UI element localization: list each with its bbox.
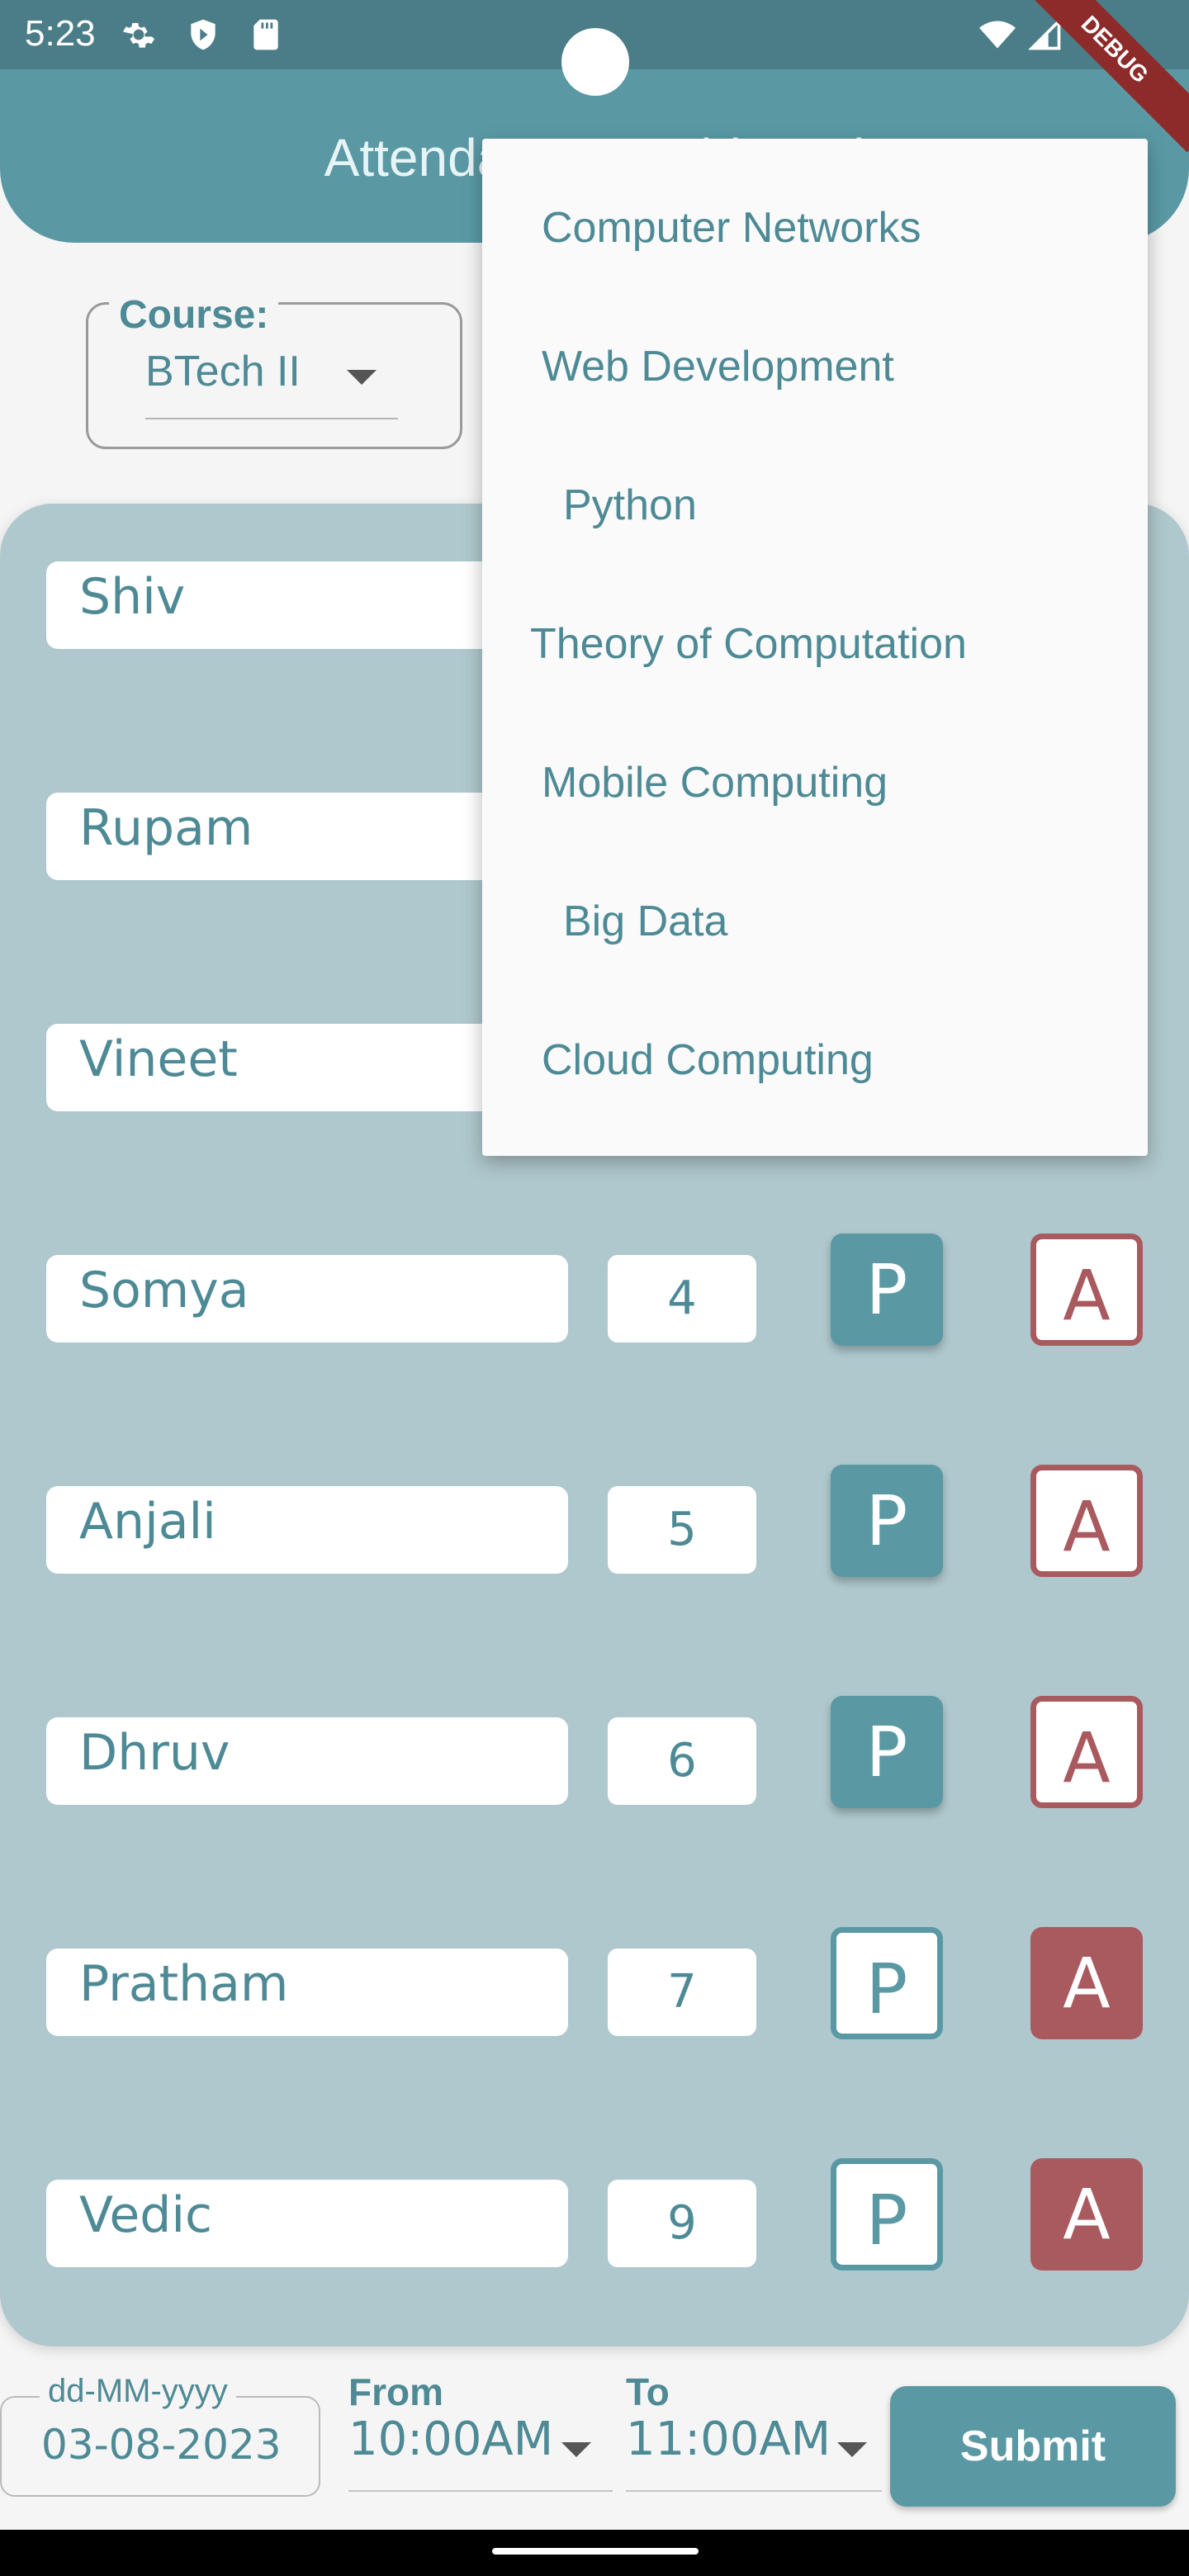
absent-button[interactable]: A [1030, 2158, 1143, 2271]
roll-number: 7 [608, 1949, 756, 2036]
student-name: Rupam [79, 799, 253, 857]
roll-number: 9 [608, 2180, 756, 2267]
from-time-value[interactable]: 10:00AM [348, 2413, 553, 2466]
from-label: From [348, 2370, 443, 2413]
student-row: Vedic 9 P A [0, 2158, 1189, 2295]
menu-item-subject[interactable]: Big Data [563, 897, 727, 946]
absent-button[interactable]: A [1030, 1465, 1143, 1577]
student-name-field: Anjali [46, 1486, 568, 1574]
menu-item-subject[interactable]: Cloud Computing [542, 1035, 874, 1085]
course-value[interactable]: BTech II [145, 347, 301, 396]
present-button[interactable]: P [831, 1696, 943, 1808]
menu-item-subject[interactable]: Computer Networks [542, 203, 921, 253]
student-name: Vineet [79, 1030, 238, 1088]
from-underline [348, 2490, 613, 2492]
menu-item-subject[interactable]: Python [563, 481, 697, 530]
roll-number: 4 [608, 1255, 756, 1342]
to-time-value[interactable]: 11:00AM [626, 2413, 831, 2466]
student-row: Anjali 5 P A [0, 1465, 1189, 1602]
system-nav-bar [0, 2530, 1189, 2576]
chevron-down-icon[interactable] [837, 2442, 867, 2457]
absent-button[interactable]: A [1030, 1234, 1143, 1346]
home-gesture-handle[interactable] [492, 2548, 699, 2555]
student-row: Somya 4 P A [0, 1234, 1189, 1371]
student-name: Pratham [79, 1955, 289, 2013]
present-button[interactable]: P [831, 2158, 943, 2271]
present-button[interactable]: P [831, 1927, 943, 2039]
submit-button[interactable]: Submit [890, 2386, 1176, 2507]
student-name: Anjali [79, 1493, 216, 1551]
student-row: Pratham 7 P A [0, 1927, 1189, 2064]
student-name-field: Pratham [46, 1949, 568, 2036]
roll-number: 6 [608, 1717, 756, 1805]
student-name: Somya [79, 1262, 249, 1319]
menu-item-subject[interactable]: Web Development [542, 342, 894, 391]
to-underline [626, 2490, 882, 2492]
date-label: dd-MM-yyyy [40, 2373, 236, 2410]
status-time: 5:23 [25, 13, 96, 54]
absent-button[interactable]: A [1030, 1927, 1143, 2039]
date-value[interactable]: 03-08-2023 [41, 2421, 282, 2469]
student-name: Dhruv [79, 1724, 230, 1782]
to-label: To [626, 2370, 670, 2413]
roll-number: 5 [608, 1486, 756, 1574]
wifi-icon [979, 21, 1016, 49]
chevron-down-icon[interactable] [561, 2442, 591, 2457]
menu-item-subject[interactable]: Mobile Computing [542, 758, 888, 807]
sd-card-icon [253, 19, 278, 50]
chevron-down-icon[interactable] [347, 370, 377, 385]
gear-icon [122, 22, 155, 48]
course-label: Course: [109, 292, 279, 338]
student-name-field: Dhruv [46, 1717, 568, 1805]
shield-play-icon [191, 19, 216, 50]
student-row: Dhruv 6 P A [0, 1696, 1189, 1833]
course-underline [145, 418, 398, 419]
menu-item-subject[interactable]: Theory of Computation [530, 619, 967, 669]
subject-dropdown-menu: Computer Networks Web Development Python… [482, 139, 1148, 1156]
student-name-field: Somya [46, 1255, 568, 1342]
present-button[interactable]: P [831, 1465, 943, 1577]
absent-button[interactable]: A [1030, 1696, 1143, 1808]
student-name: Vedic [79, 2186, 213, 2244]
present-button[interactable]: P [831, 1234, 943, 1346]
student-name: Shiv [79, 568, 186, 626]
student-name-field: Vedic [46, 2180, 568, 2267]
camera-cutout [561, 28, 629, 96]
